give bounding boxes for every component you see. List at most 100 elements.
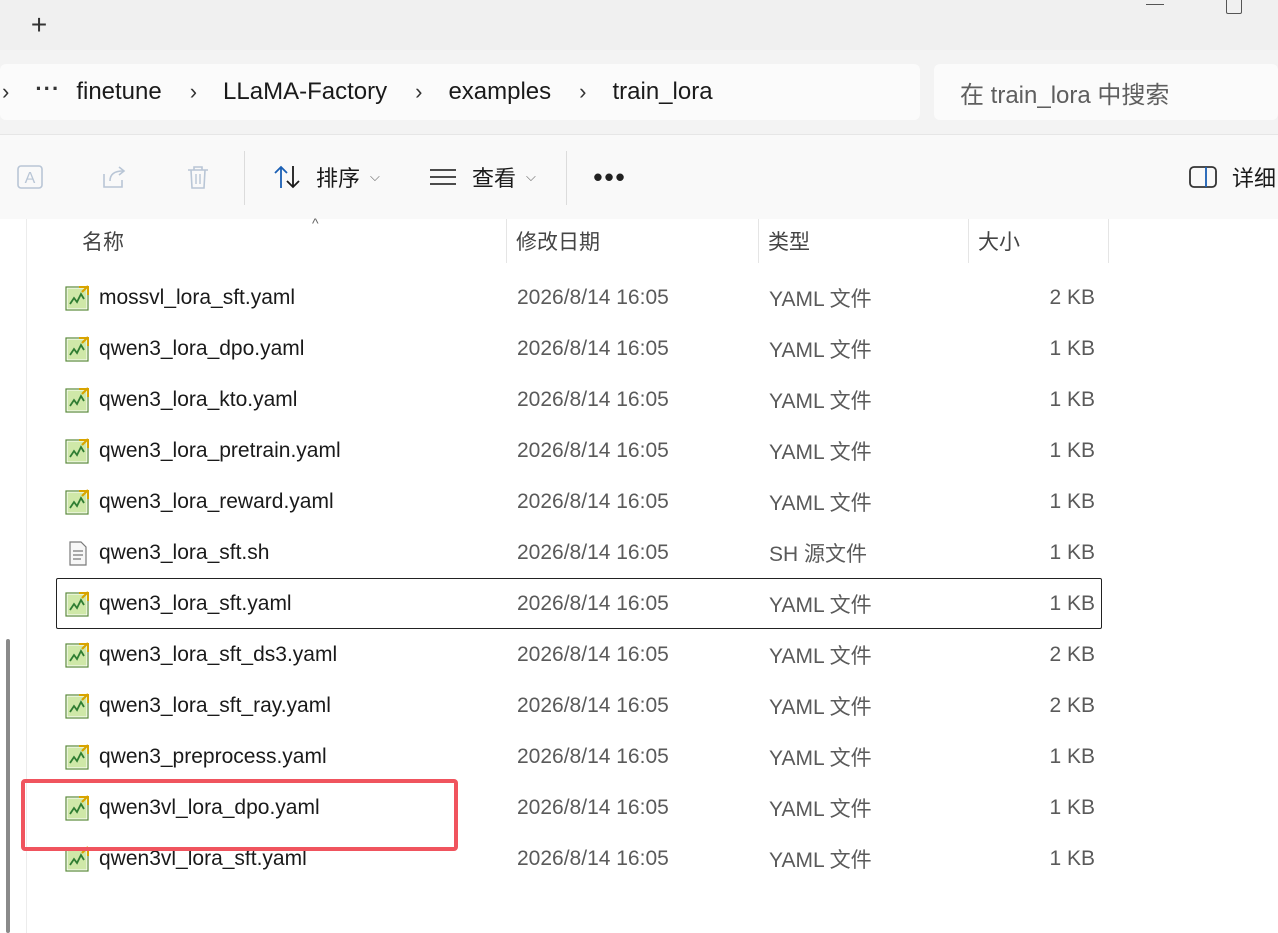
file-modified: 2026/8/14 16:05 <box>517 744 669 768</box>
yaml-file-icon <box>63 284 99 312</box>
file-name-cell[interactable]: qwen3_lora_sft.yaml <box>63 579 292 628</box>
column-header-size[interactable]: 大小 <box>978 219 1020 263</box>
maximize-icon[interactable] <box>1226 0 1242 14</box>
file-name: qwen3_lora_sft_ds3.yaml <box>99 642 338 666</box>
chevron-right-icon[interactable]: › <box>170 79 215 105</box>
file-name-cell[interactable]: qwen3_lora_dpo.yaml <box>63 324 304 373</box>
file-row[interactable]: mossvl_lora_sft.yaml 2026/8/14 16:05 YAML … <box>56 272 1102 323</box>
chevron-down-icon: ⌵ <box>370 169 380 184</box>
file-row[interactable]: qwen3_preprocess.yaml 2026/8/14 16:05 YAML… <box>56 731 1102 782</box>
details-pane-button[interactable]: 详细 <box>1188 157 1276 197</box>
file-name-cell[interactable]: qwen3vl_lora_sft.yaml <box>63 834 307 883</box>
file-size: 2 KB <box>1049 693 1095 717</box>
chevron-right-icon[interactable]: › <box>395 79 440 105</box>
pane-divider <box>26 219 27 933</box>
file-name-cell[interactable]: qwen3_lora_kto.yaml <box>63 375 297 424</box>
file-type: YAML 文件 <box>769 848 872 872</box>
file-name: qwen3_lora_sft.yaml <box>99 591 292 615</box>
more-options-button[interactable]: ••• <box>592 157 628 197</box>
yaml-file-icon <box>63 437 99 465</box>
file-name-cell[interactable]: qwen3_lora_sft_ray.yaml <box>63 681 331 730</box>
file-modified: 2026/8/14 16:05 <box>517 438 669 462</box>
file-name-cell[interactable]: qwen3_preprocess.yaml <box>63 732 327 781</box>
file-name: qwen3_lora_dpo.yaml <box>99 336 305 360</box>
file-size: 1 KB <box>1049 540 1095 564</box>
view-list-icon <box>430 169 456 185</box>
column-divider[interactable] <box>506 219 507 263</box>
file-name: qwen3_lora_sft_ray.yaml <box>99 693 331 717</box>
file-name-cell[interactable]: qwen3_lora_pretrain.yaml <box>63 426 341 475</box>
file-name: qwen3_lora_reward.yaml <box>99 489 334 513</box>
delete-icon[interactable] <box>182 161 214 193</box>
file-modified: 2026/8/14 16:05 <box>517 693 669 717</box>
file-modified: 2026/8/14 16:05 <box>517 642 669 666</box>
file-size: 2 KB <box>1049 285 1095 309</box>
sort-button[interactable]: 排序 ⌵ <box>272 157 380 197</box>
yaml-file-icon <box>63 335 99 363</box>
file-row[interactable]: qwen3_lora_sft_ds3.yaml 2026/8/14 16:05 YA… <box>56 629 1102 680</box>
file-type: YAML 文件 <box>769 491 872 515</box>
file-row[interactable]: qwen3vl_lora_sft.yaml 2026/8/14 16:05 YAML… <box>56 833 1102 884</box>
file-modified: 2026/8/14 16:05 <box>517 795 669 819</box>
breadcrumb-overflow-button[interactable]: ··· <box>27 76 68 108</box>
minimize-icon[interactable] <box>1146 4 1164 11</box>
new-tab-button[interactable]: + <box>24 8 54 42</box>
file-size: 2 KB <box>1049 642 1095 666</box>
chevron-right-icon[interactable]: › <box>559 79 604 105</box>
yaml-file-icon <box>63 845 99 873</box>
file-type: YAML 文件 <box>769 593 872 617</box>
file-row[interactable]: qwen3vl_lora_dpo.yaml 2026/8/14 16:05 YAML… <box>56 782 1102 833</box>
file-row[interactable]: qwen3_lora_sft.sh 2026/8/14 16:05 SH 源文件 1 … <box>56 527 1102 578</box>
file-size: 1 KB <box>1049 387 1095 411</box>
toolbar-divider <box>566 151 567 205</box>
column-divider[interactable] <box>758 219 759 263</box>
file-row[interactable]: qwen3_lora_kto.yaml 2026/8/14 16:05 YAML 文… <box>56 374 1102 425</box>
file-row[interactable]: qwen3_lora_sft.yaml 2026/8/14 16:05 YAML 文… <box>56 578 1102 629</box>
column-divider[interactable] <box>1108 219 1109 263</box>
yaml-file-icon <box>63 641 99 669</box>
breadcrumb[interactable]: › ··· finetune › LLaMA-Factory › example… <box>0 64 920 120</box>
file-row[interactable]: qwen3_lora_dpo.yaml 2026/8/14 16:05 YAML 文… <box>56 323 1102 374</box>
navigation-pane-scrollbar[interactable] <box>6 639 10 933</box>
file-rows: mossvl_lora_sft.yaml 2026/8/14 16:05 YAML … <box>56 272 1102 884</box>
file-row[interactable]: qwen3_lora_reward.yaml 2026/8/14 16:05 YAM… <box>56 476 1102 527</box>
yaml-file-icon <box>63 692 99 720</box>
file-name: qwen3_lora_sft.sh <box>99 540 270 564</box>
toolbar-divider <box>244 151 245 205</box>
breadcrumb-item-train-lora[interactable]: train_lora <box>604 78 720 106</box>
file-size: 1 KB <box>1049 846 1095 870</box>
search-input[interactable]: 在 train_lora 中搜索 <box>934 64 1278 120</box>
rename-icon[interactable]: A <box>14 161 46 193</box>
file-name-cell[interactable]: qwen3_lora_sft.sh <box>63 528 269 577</box>
svg-text:A: A <box>25 170 36 187</box>
breadcrumb-item-finetune[interactable]: finetune <box>68 78 169 106</box>
breadcrumb-item-examples[interactable]: examples <box>440 78 559 106</box>
file-modified: 2026/8/14 16:05 <box>517 489 669 513</box>
file-name-cell[interactable]: qwen3_lora_sft_ds3.yaml <box>63 630 337 679</box>
file-name: qwen3vl_lora_dpo.yaml <box>99 795 320 819</box>
share-icon[interactable] <box>98 161 130 193</box>
file-name-cell[interactable]: qwen3_lora_reward.yaml <box>63 477 334 526</box>
chevron-right-icon[interactable]: › <box>0 79 27 105</box>
file-modified: 2026/8/14 16:05 <box>517 846 669 870</box>
yaml-file-icon <box>63 743 99 771</box>
tab-strip: + <box>0 0 1278 51</box>
file-type: YAML 文件 <box>769 746 872 770</box>
view-button[interactable]: 查看 ⌵ <box>428 157 536 197</box>
column-header-type[interactable]: 类型 <box>768 219 810 263</box>
details-label: 详细 <box>1232 166 1277 191</box>
file-row[interactable]: qwen3_lora_sft_ray.yaml 2026/8/14 16:05 YA… <box>56 680 1102 731</box>
yaml-file-icon <box>63 488 99 516</box>
file-row[interactable]: qwen3_lora_pretrain.yaml 2026/8/14 16:05 Y… <box>56 425 1102 476</box>
breadcrumb-item-llama-factory[interactable]: LLaMA-Factory <box>215 78 395 106</box>
file-name-cell[interactable]: qwen3vl_lora_dpo.yaml <box>63 783 320 832</box>
column-header-name[interactable]: 名称 <box>82 219 124 263</box>
file-name-cell[interactable]: mossvl_lora_sft.yaml <box>63 273 295 322</box>
column-divider[interactable] <box>968 219 969 263</box>
file-modified: 2026/8/14 16:05 <box>517 285 669 309</box>
view-label: 查看 <box>472 166 517 191</box>
column-header-modified[interactable]: 修改日期 <box>516 219 600 263</box>
file-modified: 2026/8/14 16:05 <box>517 591 669 615</box>
command-bar: A 排序 ⌵ 查看 ⌵ ••• 详细 <box>0 135 1278 220</box>
file-name: qwen3_preprocess.yaml <box>99 744 327 768</box>
